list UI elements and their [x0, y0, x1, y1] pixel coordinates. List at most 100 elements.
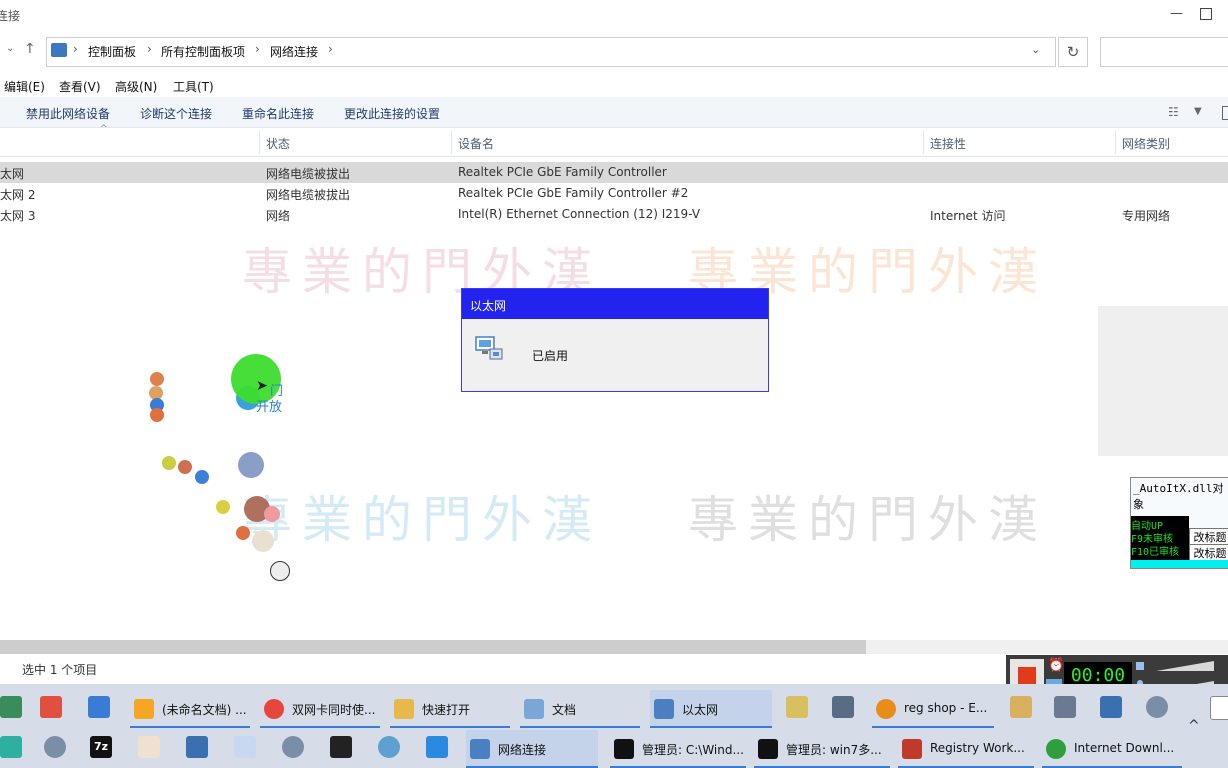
- address-dropdown-icon[interactable]: ⌄: [1031, 43, 1040, 56]
- app-icon[interactable]: [330, 736, 352, 758]
- taskbar-button[interactable]: 管理员: C:\Wind...: [610, 730, 746, 768]
- download-icon: [1046, 739, 1066, 759]
- taskbar-button[interactable]: 管理员: win7多...: [754, 730, 890, 768]
- app-icon[interactable]: [1146, 696, 1168, 718]
- taskbar-button[interactable]: 文档: [520, 690, 640, 728]
- app-icon[interactable]: [0, 696, 22, 718]
- column-device[interactable]: 设备名: [458, 135, 494, 152]
- taskbar-button[interactable]: Internet Downl...: [1042, 730, 1182, 768]
- menu-edit[interactable]: 编辑(E): [4, 78, 45, 95]
- app-icon[interactable]: [1100, 696, 1122, 718]
- change-settings-button[interactable]: 更改此连接的设置: [344, 105, 440, 122]
- app-icon[interactable]: [1054, 696, 1076, 718]
- app-icon[interactable]: [44, 736, 66, 758]
- taskbar-label: Internet Downl...: [1074, 741, 1175, 755]
- app-icon[interactable]: [40, 696, 62, 718]
- disable-device-button[interactable]: 禁用此网络设备: [26, 105, 110, 122]
- list-header: ^ 状态 设备名 连接性 网络类别: [0, 124, 1228, 157]
- taskbar-label: (未命名文档) ...: [162, 703, 247, 717]
- terminal-icon: [614, 739, 634, 759]
- app-icon[interactable]: [186, 736, 208, 758]
- taskbar-label: 快速打开: [422, 703, 471, 717]
- control-panel-icon: [51, 43, 67, 57]
- column-connectivity[interactable]: 连接性: [930, 135, 966, 152]
- connection-device: Realtek PCIe GbE Family Controller: [458, 165, 667, 179]
- sort-arrow-icon: ^: [100, 124, 108, 134]
- horizontal-scrollbar[interactable]: [0, 640, 866, 654]
- connection-device: Intel(R) Ethernet Connection (12) I219-V: [458, 207, 701, 221]
- app-icon[interactable]: [0, 736, 22, 758]
- connection-name: 太网: [0, 167, 25, 181]
- preview-pane-icon[interactable]: [1222, 106, 1228, 120]
- taskbar-label: 管理员: win7多...: [786, 743, 882, 757]
- menu-tools[interactable]: 工具(T): [173, 78, 214, 95]
- refresh-button[interactable]: ↻: [1058, 37, 1088, 67]
- breadcrumb-control-panel[interactable]: 控制面板: [88, 43, 136, 60]
- background-panel: [1098, 306, 1228, 456]
- autoit-bar: [1131, 560, 1228, 568]
- app-icon[interactable]: [832, 696, 854, 718]
- network-icon: [654, 699, 674, 719]
- column-category[interactable]: 网络类别: [1122, 135, 1170, 152]
- taskbar-button[interactable]: 快速打开: [390, 690, 510, 728]
- taskbar-button[interactable]: 以太网: [650, 690, 772, 728]
- app-icon[interactable]: [1210, 696, 1228, 720]
- autoit-status-panel: 自动UP F9未审核 F10已审核: [1131, 516, 1189, 560]
- connection-popup[interactable]: 以太网 已启用: [461, 288, 769, 392]
- app-icon[interactable]: [786, 696, 808, 718]
- taskbar-button[interactable]: reg shop - E...: [872, 690, 994, 728]
- app-icon[interactable]: [138, 736, 160, 758]
- address-bar[interactable]: › 控制面板 › 所有控制面板项 › 网络连接 › ⌄: [46, 37, 1056, 67]
- breadcrumb-network-connections[interactable]: 网络连接: [270, 43, 318, 60]
- maximize-button[interactable]: [1200, 8, 1212, 20]
- app-icon[interactable]: [378, 736, 400, 758]
- connection-device: Realtek PCIe GbE Family Controller #2: [458, 186, 689, 200]
- autoit-tool-window[interactable]: _AutoItX.dll对象 自动UP F9未审核 F10已审核 改标题 改标题: [1130, 477, 1228, 569]
- minimize-button[interactable]: —: [1170, 6, 1183, 21]
- table-row[interactable]: 太网 网络电缆被拔出 Realtek PCIe GbE Family Contr…: [0, 162, 1228, 183]
- breadcrumb-separator-icon[interactable]: ›: [73, 42, 78, 56]
- breadcrumb-all-items[interactable]: 所有控制面板项: [161, 43, 245, 60]
- column-separator[interactable]: [259, 130, 260, 154]
- network-icon: [470, 739, 490, 759]
- taskbar-label: 管理员: C:\Wind...: [642, 743, 744, 757]
- table-row[interactable]: 太网 2 网络电缆被拔出 Realtek PCIe GbE Family Con…: [0, 183, 1228, 204]
- column-separator[interactable]: [923, 130, 924, 154]
- breadcrumb-separator-icon[interactable]: ›: [328, 42, 333, 56]
- menu-view[interactable]: 查看(V): [59, 78, 101, 95]
- document-icon: [524, 699, 544, 719]
- view-details-icon[interactable]: ☷: [1168, 105, 1179, 119]
- column-separator[interactable]: [1115, 130, 1116, 154]
- table-row[interactable]: 太网 3 网络 Intel(R) Ethernet Connection (12…: [0, 204, 1228, 225]
- view-dropdown-icon[interactable]: ▼: [1194, 106, 1202, 117]
- show-hidden-icons-icon[interactable]: ^: [1188, 718, 1200, 734]
- rename-button[interactable]: 重命名此连接: [242, 105, 314, 122]
- alarm-clock-icon[interactable]: ⏰: [1048, 658, 1064, 673]
- speaker-volume-icon[interactable]: [1136, 659, 1216, 673]
- recent-locations-icon[interactable]: ⌄: [6, 43, 14, 54]
- taskbar-button[interactable]: 双网卡同时使...: [260, 690, 380, 728]
- popup-status: 已启用: [532, 349, 569, 363]
- taskbar-button[interactable]: 网络连接: [466, 730, 598, 768]
- 7zip-icon[interactable]: 7z: [90, 736, 112, 758]
- scrollbar-track[interactable]: [866, 640, 1228, 654]
- popup-header: 以太网: [462, 289, 768, 319]
- column-separator[interactable]: [451, 130, 452, 154]
- app-icon[interactable]: [234, 736, 256, 758]
- menu-advanced[interactable]: 高级(N): [115, 78, 157, 95]
- app-icon[interactable]: [282, 736, 304, 758]
- connection-name: 太网 2: [0, 188, 36, 202]
- breadcrumb-separator-icon[interactable]: ›: [255, 42, 260, 56]
- app-icon[interactable]: [88, 696, 110, 718]
- pointer-cursor-icon: ➤: [256, 378, 268, 394]
- connection-status: 网络电缆被拔出: [266, 167, 351, 181]
- app-icon[interactable]: [1010, 696, 1032, 718]
- up-arrow-icon[interactable]: ↑: [24, 41, 36, 57]
- taskbar-button[interactable]: Registry Work...: [898, 730, 1034, 768]
- column-status[interactable]: 状态: [266, 135, 290, 152]
- search-input[interactable]: [1100, 37, 1228, 67]
- taskbar-button[interactable]: (未命名文档) ...: [130, 690, 250, 728]
- app-icon[interactable]: [426, 736, 448, 758]
- breadcrumb-separator-icon[interactable]: ›: [147, 42, 152, 56]
- diagnose-button[interactable]: 诊断这个连接: [140, 105, 212, 122]
